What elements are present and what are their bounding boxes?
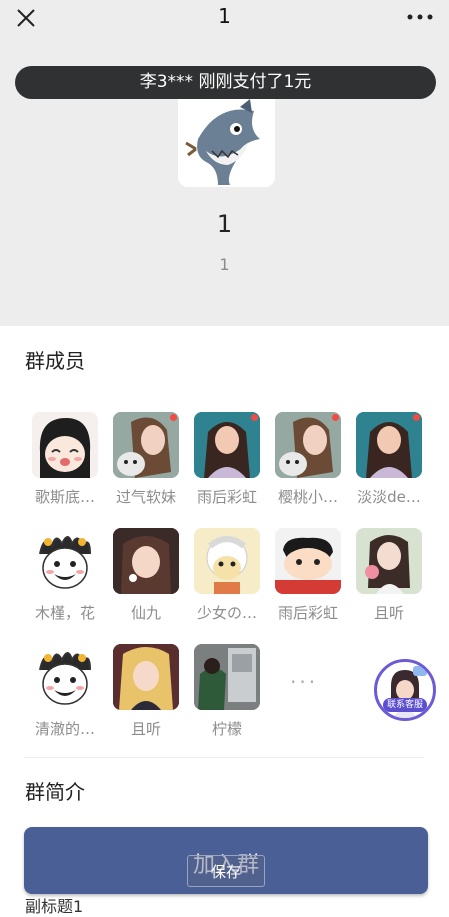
member-name: 歌斯底… <box>34 488 95 506</box>
group-id: 1 <box>219 255 230 274</box>
member-name: 木槿，花 <box>34 604 95 622</box>
group-name: 1 <box>216 210 233 238</box>
member-item[interactable]: 雨后彩虹 <box>268 528 348 623</box>
member-name: 樱桃小… <box>277 488 338 506</box>
section-divider <box>25 757 424 758</box>
member-avatar <box>113 412 179 478</box>
member-item[interactable]: 雨后彩虹 <box>187 412 267 507</box>
member-name: 过气软妹 <box>115 488 176 506</box>
member-item[interactable]: 歌斯底… <box>25 412 105 507</box>
member-avatar <box>194 412 260 478</box>
member-name: 淡淡de… <box>357 488 421 506</box>
member-item[interactable]: 且听 <box>349 528 429 623</box>
member-name: 少女の… <box>196 604 257 622</box>
member-item[interactable]: 木槿，花 <box>25 528 105 623</box>
member-name: 柠檬 <box>211 720 242 738</box>
more-icon[interactable] <box>407 14 433 20</box>
member-name: 清澈的… <box>34 720 95 738</box>
nav-title: 1 <box>218 4 231 28</box>
member-name: 且听 <box>130 720 161 738</box>
service-label: 联系客服 <box>383 698 427 712</box>
group-avatar <box>178 99 275 187</box>
member-item[interactable]: 清澈的… <box>25 644 105 739</box>
member-avatar <box>275 528 341 594</box>
payment-toast: 李3*** 刚刚支付了1元 <box>15 66 436 99</box>
member-item[interactable]: 仙九 <box>106 528 186 623</box>
member-avatar <box>32 644 98 710</box>
member-avatar <box>356 412 422 478</box>
member-name: 仙九 <box>130 604 161 622</box>
member-item[interactable]: 柠檬 <box>187 644 267 739</box>
member-item[interactable]: 淡淡de… <box>349 412 429 507</box>
member-avatar <box>32 528 98 594</box>
member-name: 雨后彩虹 <box>277 604 338 622</box>
intro-peek-text: 副标题1 <box>25 897 84 916</box>
member-item[interactable]: 少女の… <box>187 528 267 623</box>
member-avatar <box>32 412 98 478</box>
member-avatar <box>356 528 422 594</box>
member-avatar <box>275 412 341 478</box>
customer-service-button[interactable]: 联系客服 <box>374 659 436 721</box>
member-name: 且听 <box>373 604 404 622</box>
more-members-button[interactable]: ··· <box>290 670 318 694</box>
nav-bar: 1 <box>0 0 449 40</box>
save-tooltip[interactable]: 保存 <box>187 855 265 887</box>
member-avatar <box>113 644 179 710</box>
member-avatar <box>113 528 179 594</box>
member-avatar <box>194 644 260 710</box>
member-item[interactable]: 且听 <box>106 644 186 739</box>
member-avatar <box>194 528 260 594</box>
member-item[interactable]: 过气软妹 <box>106 412 186 507</box>
members-title: 群成员 <box>25 349 85 373</box>
member-name: 雨后彩虹 <box>196 488 257 506</box>
member-item[interactable]: 樱桃小… <box>268 412 348 507</box>
intro-title: 群简介 <box>25 780 85 804</box>
